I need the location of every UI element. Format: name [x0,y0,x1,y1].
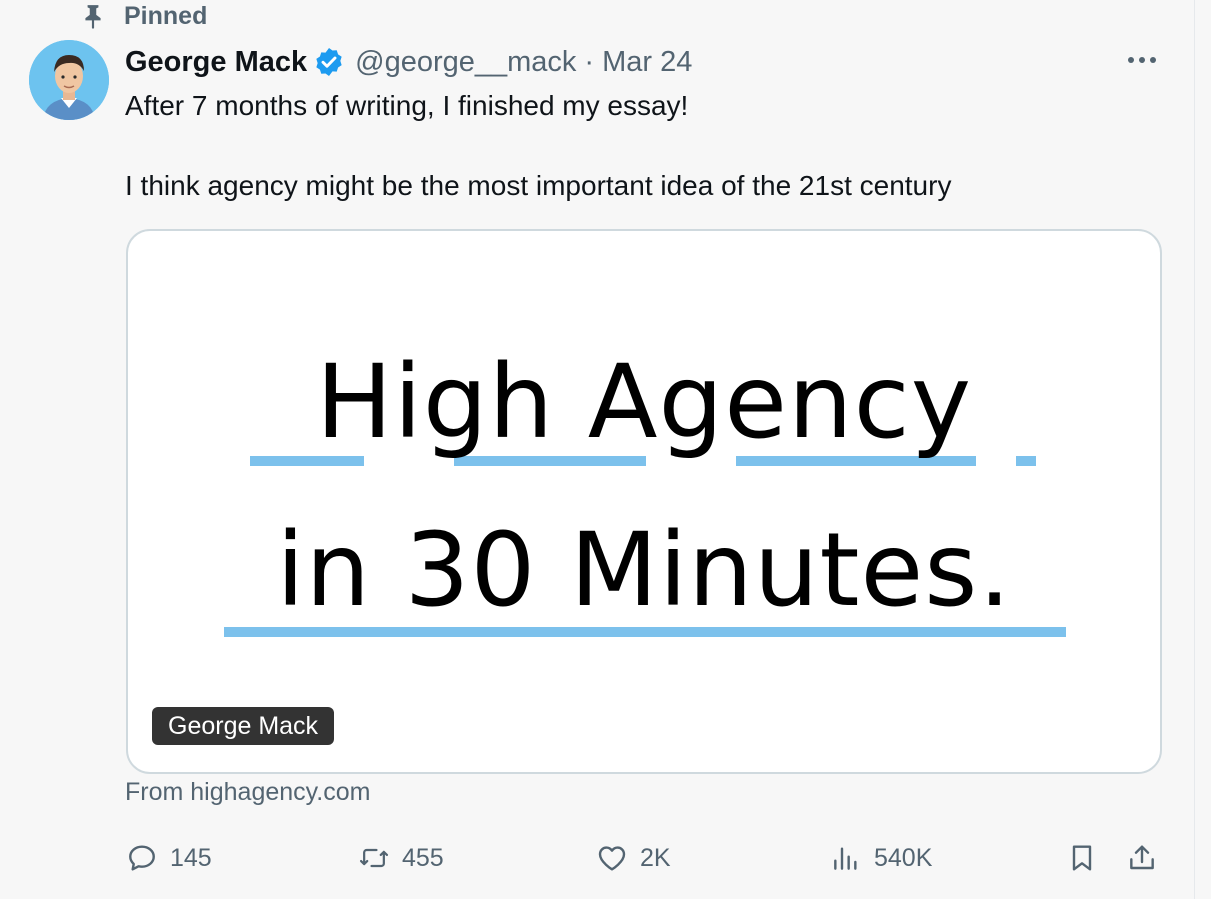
repost-icon [358,842,390,874]
card-source-link[interactable]: From highagency.com [125,778,370,807]
reply-icon [126,842,158,874]
reply-button[interactable]: 145 [126,838,212,878]
views-button[interactable]: 540K [830,838,932,878]
pinned-indicator: Pinned [80,0,207,32]
pin-icon [80,3,106,29]
timeline-border [1194,0,1195,899]
heart-icon [596,842,628,874]
bookmark-icon [1066,842,1098,874]
views-count: 540K [874,843,933,872]
tweet-actions: 145 455 2K 540K [0,838,1194,878]
card-title-line-2: in 30 Minutes. [276,511,1012,630]
repost-count: 455 [402,843,444,872]
card-site-badge: George Mack [152,707,335,745]
like-button[interactable]: 2K [596,838,671,878]
link-card[interactable]: High Agency in 30 Minutes. George Mack [126,229,1162,774]
repost-button[interactable]: 455 [358,838,444,878]
pinned-label: Pinned [124,1,208,30]
tweet-date[interactable]: Mar 24 [602,46,692,79]
more-options-icon[interactable] [1122,44,1162,76]
tweet-line-1: After 7 months of writing, I finished my… [125,90,689,121]
tweet-header: George Mack @george__mack · Mar 24 [125,40,692,84]
analytics-icon [830,842,862,874]
reply-count: 145 [170,843,212,872]
share-button[interactable] [1126,838,1158,878]
card-title-line-1: High Agency [315,343,973,462]
author-name[interactable]: George Mack [125,46,307,79]
tweet-text: After 7 months of writing, I finished my… [125,86,1165,206]
bookmark-button[interactable] [1066,838,1098,878]
share-icon [1126,842,1158,874]
tweet-line-2: I think agency might be the most importa… [125,170,952,201]
separator-dot: · [584,45,595,78]
verified-badge-icon[interactable] [313,46,345,78]
like-count: 2K [640,843,671,872]
author-handle[interactable]: @george__mack [355,46,576,79]
avatar[interactable] [29,40,109,120]
